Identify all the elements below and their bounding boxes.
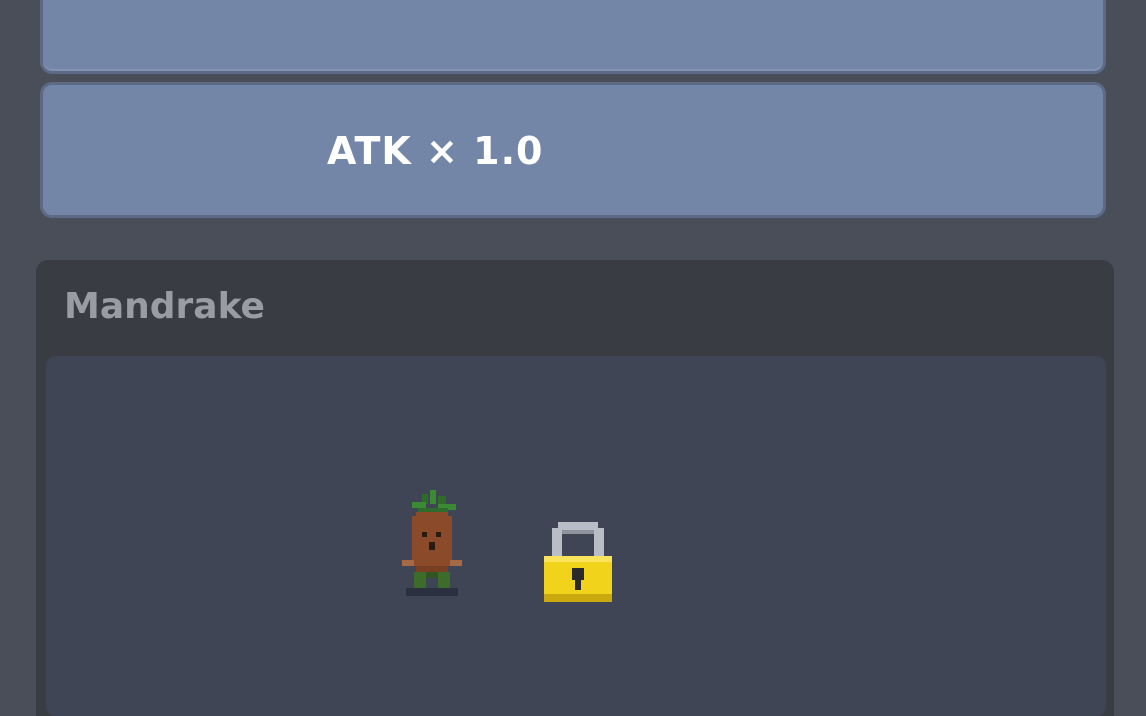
mandrake-icon xyxy=(402,490,462,596)
stat-card-top xyxy=(40,0,1106,74)
character-preview-area xyxy=(46,356,1106,716)
character-name: Mandrake xyxy=(64,286,265,327)
character-panel-mandrake[interactable]: Mandrake xyxy=(36,260,1114,716)
padlock-icon[interactable] xyxy=(542,518,614,606)
atk-stat-card: ATK × 1.0 xyxy=(40,82,1106,218)
atk-multiplier-label: ATK × 1.0 xyxy=(327,129,544,173)
game-screen: ATK × 1.0 Mandrake xyxy=(0,0,1146,716)
